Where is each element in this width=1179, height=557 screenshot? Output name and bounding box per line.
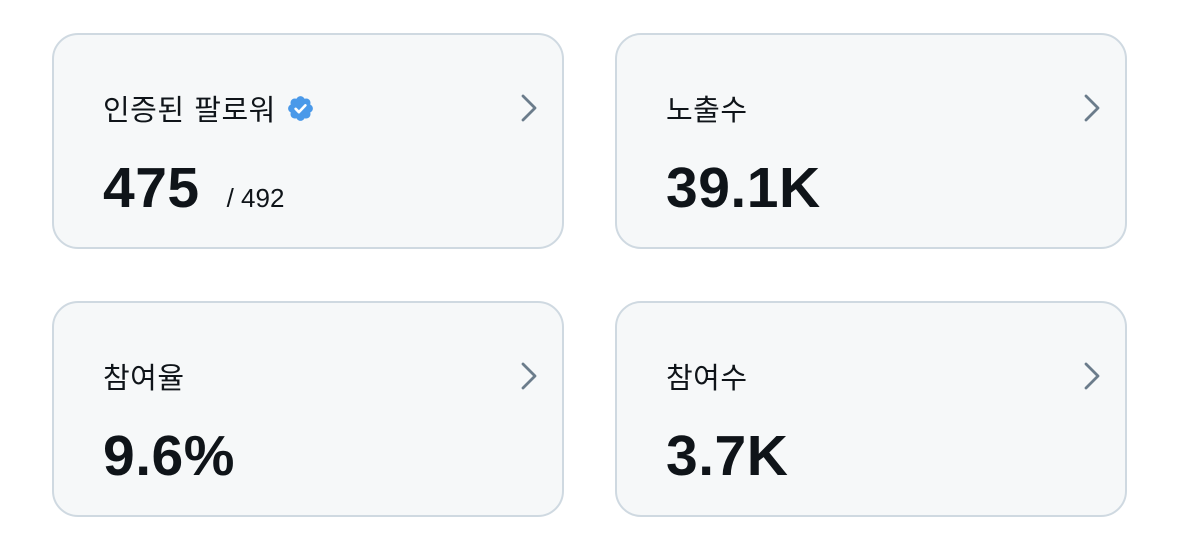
- engagement-rate-card[interactable]: 참여율 9.6%: [52, 301, 564, 517]
- card-value-row: 475 / 492: [103, 160, 284, 217]
- card-label: 참여율: [103, 361, 185, 395]
- card-label: 참여수: [666, 361, 748, 395]
- card-value: 39.1K: [666, 156, 821, 220]
- card-label-row: 노출수: [666, 90, 748, 127]
- card-value-row: 9.6%: [103, 428, 235, 485]
- verified-followers-card[interactable]: 인증된 팔로워 475 / 492: [52, 33, 564, 249]
- chevron-right-icon[interactable]: [1081, 360, 1103, 392]
- chevron-right-icon[interactable]: [518, 92, 540, 124]
- card-subvalue: / 492: [226, 183, 285, 213]
- verified-badge-icon: [287, 95, 313, 121]
- card-label-row: 참여율: [103, 358, 185, 395]
- card-value-row: 3.7K: [666, 428, 788, 485]
- card-label: 노출수: [666, 93, 748, 127]
- card-label: 인증된 팔로워: [103, 93, 276, 127]
- analytics-cards-grid: 인증된 팔로워 475 / 492 노출수 39.1K 참여율 9.6% 참여수…: [0, 0, 1179, 557]
- card-value: 3.7K: [666, 424, 789, 488]
- card-label-row: 인증된 팔로워: [103, 90, 315, 127]
- engagements-card[interactable]: 참여수 3.7K: [615, 301, 1127, 517]
- chevron-right-icon[interactable]: [518, 360, 540, 392]
- card-value-row: 39.1K: [666, 160, 821, 217]
- card-label-row: 참여수: [666, 358, 748, 395]
- impressions-card[interactable]: 노출수 39.1K: [615, 33, 1127, 249]
- card-value: 9.6%: [103, 424, 235, 488]
- chevron-right-icon[interactable]: [1081, 92, 1103, 124]
- card-value: 475: [103, 156, 200, 220]
